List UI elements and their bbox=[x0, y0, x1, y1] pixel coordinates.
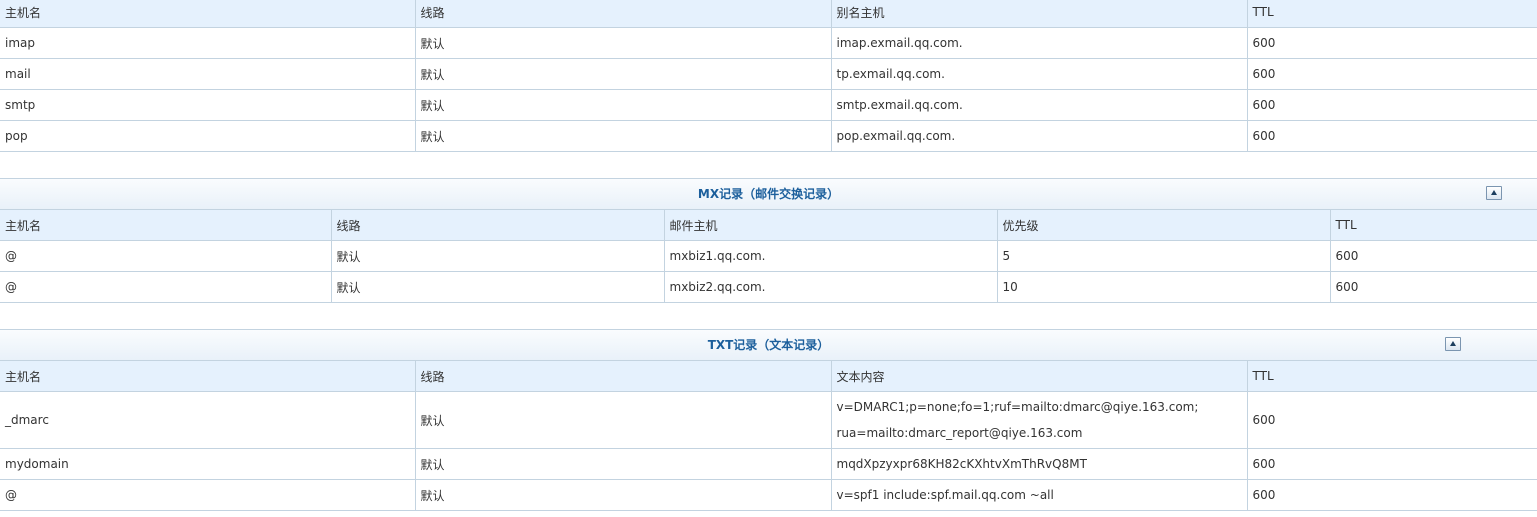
cell-ttl: 600 bbox=[1329, 271, 1537, 303]
txt-records-table: 主机名 线路 文本内容 TTL _dmarc 默认 v=DMARC1;p=non… bbox=[0, 361, 1537, 511]
collapse-up-icon[interactable] bbox=[1445, 337, 1461, 351]
collapse-up-icon[interactable] bbox=[1486, 186, 1502, 200]
cell-line: 默认 bbox=[330, 240, 665, 272]
cell-line: 默认 bbox=[414, 27, 832, 59]
column-header-line: 线路 bbox=[414, 361, 832, 392]
cell-ttl: 600 bbox=[1329, 240, 1537, 272]
cell-alias-host: smtp.exmail.qq.com. bbox=[830, 89, 1248, 121]
cell-ttl: 600 bbox=[1246, 448, 1537, 480]
column-header-text-content: 文本内容 bbox=[830, 361, 1248, 392]
cell-line: 默认 bbox=[414, 58, 832, 90]
table-row[interactable]: imap 默认 imap.exmail.qq.com. 600 bbox=[0, 27, 1537, 59]
table-row[interactable]: mail 默认 tp.exmail.qq.com. 600 bbox=[0, 58, 1537, 90]
cell-hostname: pop bbox=[0, 120, 416, 152]
mx-records-table: 主机名 线路 邮件主机 优先级 TTL @ 默认 mxbiz1.qq.com. … bbox=[0, 210, 1537, 303]
table-header-row: 主机名 线路 文本内容 TTL bbox=[0, 361, 1537, 392]
cell-alias-host: pop.exmail.qq.com. bbox=[830, 120, 1248, 152]
cell-hostname: smtp bbox=[0, 89, 416, 121]
cell-hostname: mail bbox=[0, 58, 416, 90]
txt-section-header: TXT记录（文本记录） bbox=[0, 329, 1537, 361]
section-title: TXT记录（文本记录） bbox=[707, 338, 830, 352]
cell-hostname: @ bbox=[0, 479, 416, 511]
cell-ttl: 600 bbox=[1246, 27, 1537, 59]
column-header-mail-host: 邮件主机 bbox=[663, 210, 998, 241]
cell-ttl: 600 bbox=[1246, 479, 1537, 511]
cell-line: 默认 bbox=[414, 120, 832, 152]
column-header-hostname: 主机名 bbox=[0, 210, 332, 241]
mx-section-header: MX记录（邮件交换记录） bbox=[0, 178, 1537, 210]
cell-line: 默认 bbox=[414, 391, 832, 449]
cell-ttl: 600 bbox=[1246, 58, 1537, 90]
cname-records-section: 主机名 线路 别名主机 TTL imap 默认 imap.exmail.qq.c… bbox=[0, 0, 1537, 152]
cell-priority: 10 bbox=[996, 271, 1331, 303]
column-header-ttl: TTL bbox=[1329, 210, 1537, 241]
column-header-ttl: TTL bbox=[1246, 361, 1537, 392]
column-header-ttl: TTL bbox=[1246, 0, 1537, 28]
cell-line: 默认 bbox=[330, 271, 665, 303]
table-header-row: 主机名 线路 邮件主机 优先级 TTL bbox=[0, 210, 1537, 241]
cell-text-content: mqdXpzyxpr68KH82cKXhtvXmThRvQ8MT bbox=[830, 448, 1248, 480]
table-header-row: 主机名 线路 别名主机 TTL bbox=[0, 0, 1537, 28]
cell-text-content: v=DMARC1;p=none;fo=1;ruf=mailto:dmarc@qi… bbox=[830, 391, 1248, 449]
cell-hostname: imap bbox=[0, 27, 416, 59]
mx-records-section: MX记录（邮件交换记录） 主机名 线路 邮件主机 优先级 TTL @ 默认 mx… bbox=[0, 178, 1537, 303]
cell-alias-host: tp.exmail.qq.com. bbox=[830, 58, 1248, 90]
cell-ttl: 600 bbox=[1246, 120, 1537, 152]
section-title: MX记录（邮件交换记录） bbox=[697, 187, 840, 201]
txt-records-section: TXT记录（文本记录） 主机名 线路 文本内容 TTL _dmarc 默认 v=… bbox=[0, 329, 1537, 511]
column-header-priority: 优先级 bbox=[996, 210, 1331, 241]
text-content-line: rua=mailto:dmarc_report@qiye.163.com bbox=[836, 426, 1083, 440]
cell-line: 默认 bbox=[414, 89, 832, 121]
cell-hostname: @ bbox=[0, 240, 332, 272]
cname-records-table: 主机名 线路 别名主机 TTL imap 默认 imap.exmail.qq.c… bbox=[0, 0, 1537, 152]
column-header-hostname: 主机名 bbox=[0, 361, 416, 392]
table-row[interactable]: pop 默认 pop.exmail.qq.com. 600 bbox=[0, 120, 1537, 152]
cell-mail-host: mxbiz1.qq.com. bbox=[663, 240, 998, 272]
cell-line: 默认 bbox=[414, 448, 832, 480]
cell-ttl: 600 bbox=[1246, 391, 1537, 449]
table-row[interactable]: smtp 默认 smtp.exmail.qq.com. 600 bbox=[0, 89, 1537, 121]
cell-ttl: 600 bbox=[1246, 89, 1537, 121]
column-header-line: 线路 bbox=[330, 210, 665, 241]
column-header-hostname: 主机名 bbox=[0, 0, 416, 28]
column-header-line: 线路 bbox=[414, 0, 832, 28]
cell-hostname: mydomain bbox=[0, 448, 416, 480]
cell-mail-host: mxbiz2.qq.com. bbox=[663, 271, 998, 303]
cell-hostname: _dmarc bbox=[0, 391, 416, 449]
cell-hostname: @ bbox=[0, 271, 332, 303]
table-row[interactable]: @ 默认 mxbiz1.qq.com. 5 600 bbox=[0, 240, 1537, 272]
table-row[interactable]: mydomain 默认 mqdXpzyxpr68KH82cKXhtvXmThRv… bbox=[0, 448, 1537, 480]
table-row[interactable]: _dmarc 默认 v=DMARC1;p=none;fo=1;ruf=mailt… bbox=[0, 391, 1537, 449]
table-row[interactable]: @ 默认 mxbiz2.qq.com. 10 600 bbox=[0, 271, 1537, 303]
text-content-line: v=DMARC1;p=none;fo=1;ruf=mailto:dmarc@qi… bbox=[836, 400, 1199, 414]
cell-text-content: v=spf1 include:spf.mail.qq.com ~all bbox=[830, 479, 1248, 511]
table-row[interactable]: @ 默认 v=spf1 include:spf.mail.qq.com ~all… bbox=[0, 479, 1537, 511]
cell-priority: 5 bbox=[996, 240, 1331, 272]
cell-line: 默认 bbox=[414, 479, 832, 511]
cell-alias-host: imap.exmail.qq.com. bbox=[830, 27, 1248, 59]
column-header-alias-host: 别名主机 bbox=[830, 0, 1248, 28]
